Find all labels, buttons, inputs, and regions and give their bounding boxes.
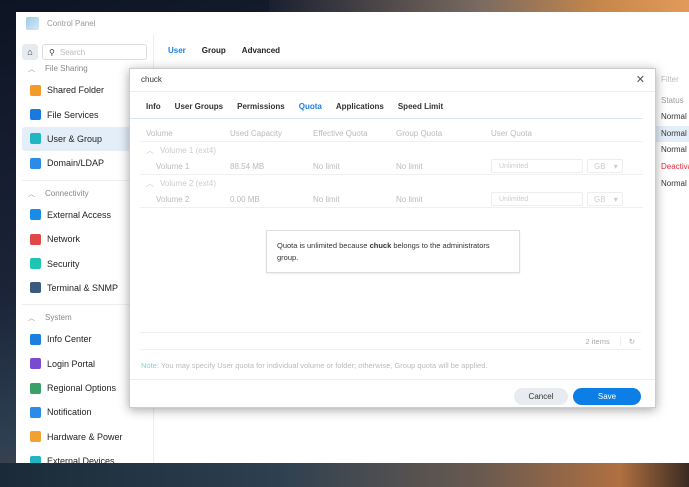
table-footer: 2 items ↻ xyxy=(140,332,641,350)
column-header: Effective Quota xyxy=(313,128,368,138)
group-quota-cell: No limit xyxy=(396,194,423,204)
volume-cell: Volume 1 xyxy=(156,161,190,171)
cancel-button[interactable]: Cancel xyxy=(514,388,568,405)
tab-quota[interactable]: Quota xyxy=(299,102,322,118)
save-button[interactable]: Save xyxy=(573,388,641,405)
group-quota-cell: No limit xyxy=(396,161,423,171)
column-header: User Quota xyxy=(491,128,532,138)
home-icon[interactable]: ⌂ xyxy=(22,44,38,60)
main-tabs: User Group Advanced xyxy=(168,46,280,55)
quota-note: Note: You may specify User quota for ind… xyxy=(141,361,488,370)
effective-quota-cell: No limit xyxy=(313,161,340,171)
title-bar: Control Panel xyxy=(16,12,689,34)
chevron-up-icon: ︿ xyxy=(146,178,154,188)
sidebar-item-icon xyxy=(30,282,41,294)
control-panel-icon xyxy=(26,16,39,30)
sidebar-item-icon xyxy=(30,157,41,169)
status-cell: Normal xyxy=(661,178,687,188)
column-header: Volume xyxy=(146,128,173,138)
chevron-down-icon: ▾ xyxy=(613,195,618,204)
status-column-header[interactable]: Status xyxy=(656,93,689,110)
status-cell: Normal xyxy=(656,125,689,143)
quota-table: Volume Used Capacity Effective Quota Gro… xyxy=(140,125,643,208)
volume-group-header[interactable]: ︿ Volume 2 (ext4) xyxy=(140,175,643,191)
sidebar-item-icon xyxy=(30,109,41,121)
tab-advanced[interactable]: Advanced xyxy=(242,46,280,55)
search-input[interactable]: ⚲ Search xyxy=(42,44,147,60)
sidebar-item-icon xyxy=(30,406,41,418)
sidebar-item-icon xyxy=(30,333,41,345)
sidebar-item-icon xyxy=(30,455,41,463)
chevron-up-icon: ︿ xyxy=(28,190,35,198)
close-icon[interactable]: ✕ xyxy=(636,69,645,91)
chevron-up-icon: ︿ xyxy=(28,66,35,73)
dialog-tabs: Info User Groups Permissions Quota Appli… xyxy=(130,92,643,119)
chevron-down-icon: ▾ xyxy=(613,162,618,171)
volume-group-header[interactable]: ︿ Volume 1 (ext4) xyxy=(140,142,643,158)
window-title: Control Panel xyxy=(47,18,96,28)
sidebar-item[interactable]: Hardware & Power xyxy=(16,425,153,449)
user-quota-input[interactable]: Unlimited xyxy=(491,159,583,173)
sidebar-item-icon xyxy=(30,133,41,145)
tab-speed-limit[interactable]: Speed Limit xyxy=(398,102,443,118)
tab-group[interactable]: Group xyxy=(202,46,226,55)
sidebar-item-icon xyxy=(30,431,41,443)
used-capacity-cell: 88.54 MB xyxy=(230,161,265,171)
desktop-wallpaper-bottom xyxy=(0,463,689,487)
filter-input[interactable]: Filter xyxy=(656,72,689,89)
tab-applications[interactable]: Applications xyxy=(336,102,384,118)
column-header: Group Quota xyxy=(396,128,443,138)
unit-select[interactable]: GB ▾ xyxy=(587,159,623,173)
sidebar-item-icon xyxy=(30,358,41,370)
sidebar-item-icon xyxy=(30,209,41,221)
tab-user[interactable]: User xyxy=(168,46,186,55)
items-count: 2 items xyxy=(585,336,610,346)
user-edit-dialog: chuck ✕ Info User Groups Permissions Quot… xyxy=(129,68,656,408)
sidebar-item-icon xyxy=(30,84,41,96)
status-cell: Normal xyxy=(661,145,687,155)
table-row: Volume 2 0.00 MB No limit No limit Unlimited… xyxy=(140,191,643,208)
table-row: Volume 1 88.54 MB No limit No limit Unlimite… xyxy=(140,158,643,175)
refresh-icon[interactable]: ↻ xyxy=(619,336,635,346)
used-capacity-cell: 0.00 MB xyxy=(230,194,260,204)
quota-info-message: Quota is unlimited because chuck belongs… xyxy=(266,230,520,273)
user-status-list: Filter Status Normal Normal Normal Deact… xyxy=(656,72,689,192)
chevron-up-icon: ︿ xyxy=(28,315,35,323)
tab-user-groups[interactable]: User Groups xyxy=(175,102,223,118)
user-quota-input[interactable]: Unlimited xyxy=(491,192,583,206)
sidebar-item-icon xyxy=(30,233,41,245)
tab-info[interactable]: Info xyxy=(146,102,161,118)
tab-permissions[interactable]: Permissions xyxy=(237,102,285,118)
dialog-footer: Cancel Save xyxy=(130,379,655,409)
search-icon: ⚲ xyxy=(49,47,55,57)
unit-select[interactable]: GB ▾ xyxy=(587,192,623,206)
column-header: Used Capacity xyxy=(230,128,283,138)
effective-quota-cell: No limit xyxy=(313,194,340,204)
sidebar-item-icon xyxy=(30,382,41,394)
chevron-up-icon: ︿ xyxy=(146,145,154,155)
sidebar-item[interactable]: External Devices xyxy=(16,449,153,463)
status-cell: Deactivated xyxy=(661,161,689,171)
dialog-title: chuck xyxy=(141,75,162,84)
sidebar-item-icon xyxy=(30,258,41,270)
status-cell: Normal xyxy=(661,112,687,122)
volume-cell: Volume 2 xyxy=(156,194,190,204)
